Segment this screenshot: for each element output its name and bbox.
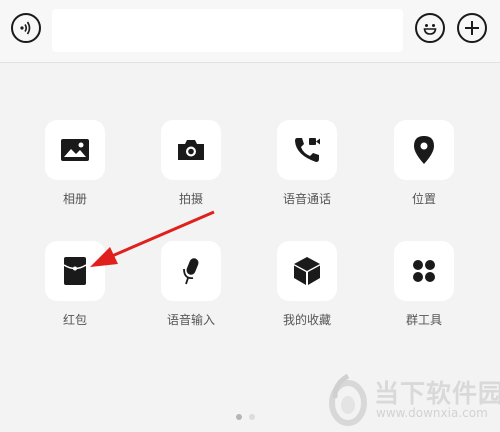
watermark-url: www.downxia.com [376,406,488,420]
tool-camera[interactable]: 拍摄 [151,120,231,207]
page-dot-active[interactable] [236,414,242,420]
message-input[interactable] [52,9,403,52]
smiley-face-icon [423,24,437,35]
location-pin-icon [414,136,434,164]
grid-dots-icon [413,260,435,282]
tool-label: 拍摄 [178,192,203,206]
tool-label: 相册 [62,192,87,206]
group-tools-tile[interactable] [394,241,454,301]
image-icon [61,139,89,161]
voice-button[interactable] [11,13,41,43]
tool-favorites[interactable]: 我的收藏 [267,241,347,328]
cube-icon [294,257,320,285]
tool-label: 群工具 [405,313,442,327]
camera-icon [178,140,204,160]
album-tile[interactable] [45,120,105,180]
voice-input-tile[interactable] [161,241,221,301]
tool-group-tools[interactable]: 群工具 [384,241,464,328]
watermark: 当下软件园 www.downxia.com [320,372,500,430]
tool-label: 我的收藏 [282,313,331,327]
phone-video-icon [295,138,320,162]
tool-red-packet[interactable]: 红包 [35,241,115,328]
page-dot[interactable] [249,414,255,420]
tool-voice-call[interactable]: 语音通话 [267,120,347,207]
tool-label: 位置 [411,192,436,206]
voice-call-tile[interactable] [277,120,337,180]
microphone-icon [183,258,199,285]
downxia-logo-icon [329,374,367,426]
watermark-title: 当下软件园 [374,379,500,408]
tool-album[interactable]: 相册 [35,120,115,207]
red-packet-icon [63,257,87,285]
tool-label: 红包 [62,313,87,327]
more-functions-button[interactable] [457,13,487,43]
tool-voice-input[interactable]: 语音输入 [151,241,231,328]
plus-icon [465,21,479,35]
chat-input-bar [0,0,500,63]
tool-label: 语音通话 [282,192,331,206]
favorites-tile[interactable] [277,241,337,301]
tool-location[interactable]: 位置 [384,120,464,207]
tool-label: 语音输入 [166,313,215,327]
voice-wave-icon [20,21,31,35]
page-indicator [236,405,262,424]
emoji-button[interactable] [415,13,445,43]
location-tile[interactable] [394,120,454,180]
camera-tile[interactable] [161,120,221,180]
red-packet-tile[interactable] [45,241,105,301]
